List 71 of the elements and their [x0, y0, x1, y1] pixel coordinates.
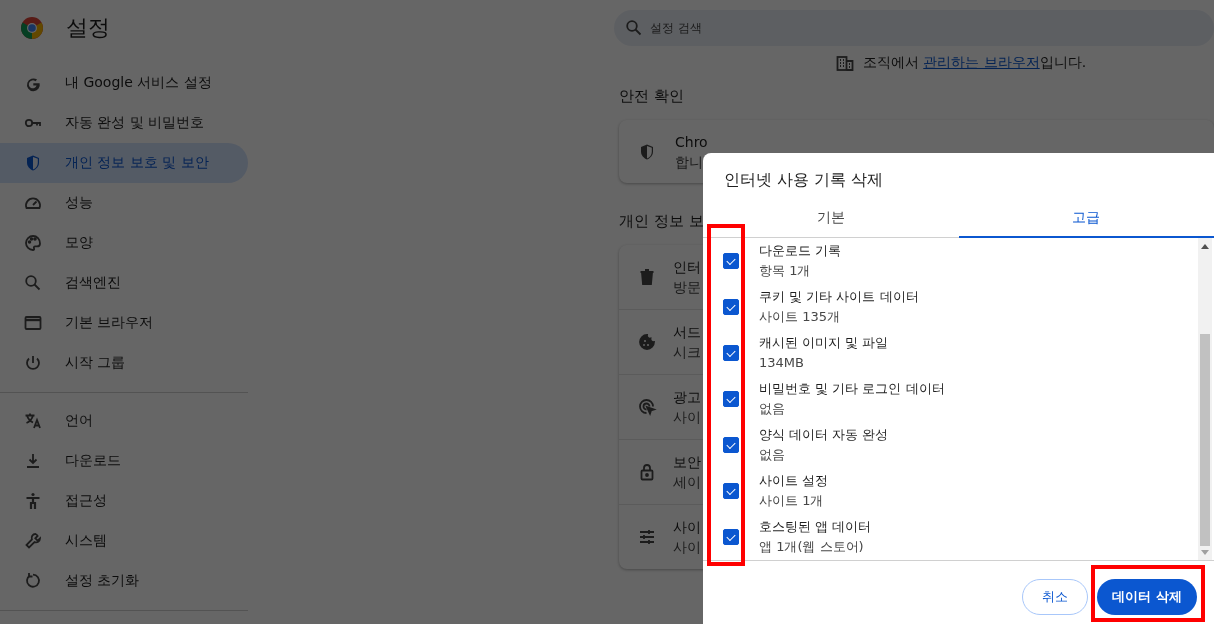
option-title: 양식 데이터 자동 완성	[759, 426, 889, 444]
sidebar-item[interactable]: 개인 정보 보호 및 보안	[0, 143, 248, 183]
option-title: 쿠키 및 기타 사이트 데이터	[759, 288, 919, 306]
row-title: 사이	[673, 518, 701, 537]
sidebar-item[interactable]: 검색엔진	[0, 263, 248, 303]
row-subtitle: 방문	[673, 278, 701, 297]
checkbox[interactable]	[723, 529, 739, 545]
building-icon	[834, 53, 855, 73]
search-field[interactable]: 설정 검색	[614, 10, 1214, 46]
row-title: 서드	[673, 323, 701, 342]
option-detail: 134MB	[759, 354, 805, 372]
sidebar-item[interactable]: 설정 초기화	[0, 561, 248, 601]
section-heading: 안전 확인	[619, 86, 684, 106]
sidebar-item[interactable]: 시작 그룹	[0, 343, 248, 383]
option-detail: 없음	[759, 400, 786, 418]
card-text: Chro	[675, 132, 708, 152]
sidebar-item[interactable]: 모양	[0, 223, 248, 263]
power-icon	[23, 353, 43, 373]
browser-logo	[20, 16, 44, 40]
page-title: 설정	[66, 14, 110, 42]
sidebar-item[interactable]: 다운로드	[0, 441, 248, 481]
section-heading: 개인 정보 보	[619, 211, 704, 231]
option-title: 캐시된 이미지 및 파일	[759, 334, 889, 352]
checkbox[interactable]	[723, 483, 739, 499]
checkbox[interactable]	[723, 345, 739, 361]
sidebar-item[interactable]: 자동 완성 및 비밀번호	[0, 103, 248, 143]
row-title: 보안	[673, 453, 701, 472]
option-detail: 항목 1개	[759, 262, 812, 280]
option-detail: 앱 1개(웹 스토어)	[759, 538, 865, 556]
option-title: 호스팅된 앱 데이터	[759, 518, 872, 536]
browser-window-icon	[23, 313, 43, 333]
cursor-target-icon	[637, 397, 657, 417]
sidebar-item[interactable]: 성능	[0, 183, 248, 223]
row-title: 인터	[673, 258, 701, 277]
option-title: 사이트 설정	[759, 472, 829, 490]
sidebar-item[interactable]: 시스템	[0, 521, 248, 561]
cancel-button[interactable]: 취소	[1022, 579, 1089, 615]
search-icon	[23, 273, 43, 293]
checkbox[interactable]	[723, 299, 739, 315]
row-subtitle: 사이	[673, 538, 701, 557]
row-subtitle: 사이	[673, 408, 701, 427]
sidebar-item[interactable]: 언어	[0, 401, 248, 441]
option-title: 다운로드 기록	[759, 242, 842, 260]
dialog-tab[interactable]: 고급	[958, 199, 1214, 238]
managed-browser-link[interactable]: 관리하는 브라우저	[923, 54, 1040, 70]
option-detail: 사이트 135개	[759, 308, 841, 326]
checkbox[interactable]	[723, 253, 739, 269]
sidebar-item[interactable]: 내 Google 서비스 설정	[0, 63, 248, 103]
managed-notice: 조직에서 관리하는 브라우저 입니다.	[862, 54, 1087, 72]
delete-data-button[interactable]: 데이터 삭제	[1097, 579, 1197, 615]
card-text: 합니	[675, 152, 704, 172]
sidebar-item[interactable]: 접근성	[0, 481, 248, 521]
sidebar-item[interactable]: 기본 브라우저	[0, 303, 248, 343]
wrench-icon	[23, 531, 43, 551]
sliders-icon	[637, 527, 657, 547]
scrollbar[interactable]	[1198, 238, 1212, 560]
dialog-tab[interactable]: 기본	[703, 199, 959, 238]
row-title: 광고	[673, 388, 701, 407]
row-subtitle: 시크	[673, 343, 701, 362]
reset-icon	[23, 571, 43, 591]
dialog-title: 인터넷 사용 기록 삭제	[723, 169, 885, 191]
search-icon	[624, 18, 644, 38]
translate-icon	[23, 411, 43, 431]
row-subtitle: 세이	[673, 473, 701, 492]
option-title: 비밀번호 및 기타 로그인 데이터	[759, 380, 945, 398]
palette-icon	[23, 233, 43, 253]
option-detail: 없음	[759, 446, 786, 464]
checkbox[interactable]	[723, 391, 739, 407]
cookie-icon	[637, 332, 657, 352]
checkbox[interactable]	[723, 437, 739, 453]
option-detail: 사이트 1개	[759, 492, 825, 510]
